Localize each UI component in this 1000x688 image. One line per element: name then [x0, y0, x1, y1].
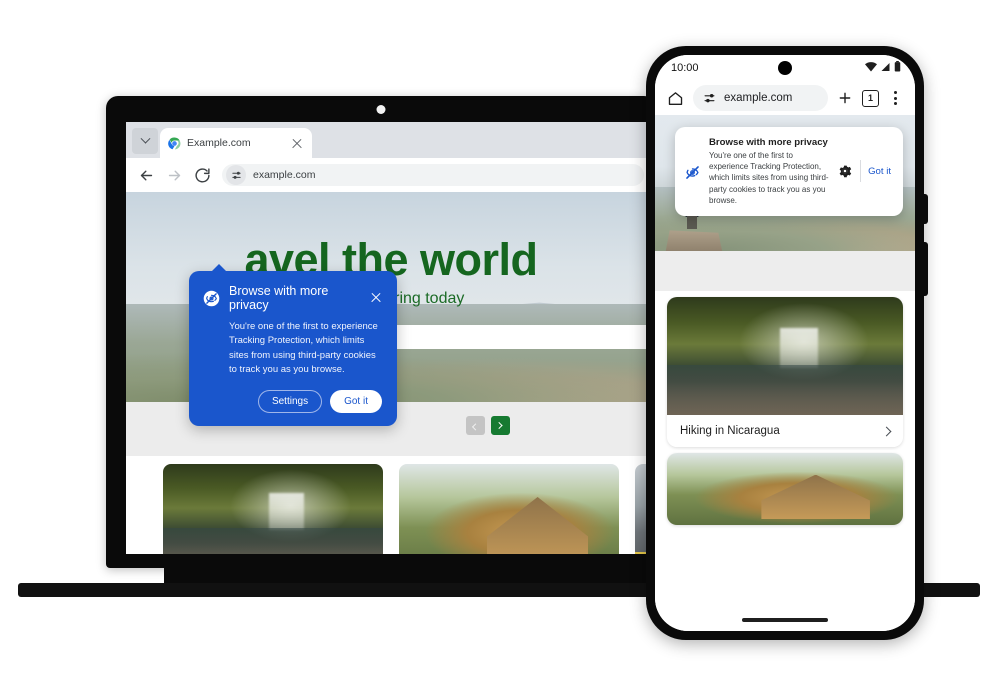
got-it-button[interactable]: Got it	[868, 166, 893, 177]
hiking-nicaragua-card[interactable]: Hiking in Nicaragua	[667, 297, 903, 447]
carousel-next-button[interactable]	[491, 416, 510, 435]
chrome-favicon	[168, 137, 181, 149]
plus-icon[interactable]	[837, 90, 853, 106]
card-image	[667, 453, 903, 525]
destination-cards-row	[126, 456, 656, 554]
carousel-prev-button[interactable]	[466, 416, 485, 435]
tab-list-chevron-icon[interactable]	[132, 128, 158, 154]
card-label: Hiking in Nicaragua	[680, 425, 780, 437]
browser-tab-title: Example.com	[187, 137, 251, 149]
punch-hole-camera-icon	[778, 61, 792, 75]
phone-screen: 10:00 example.com 1 Hiking in Nicaragua …	[655, 55, 915, 631]
kebab-menu-icon[interactable]	[888, 90, 903, 107]
tracking-protection-eye-off-icon	[686, 166, 699, 179]
tab-count-button[interactable]: 1	[862, 89, 879, 107]
cabin-card[interactable]	[399, 464, 619, 554]
mobile-address-bar-url: example.com	[724, 92, 793, 104]
cabin-card[interactable]	[667, 453, 903, 525]
mobile-browser-toolbar: example.com 1	[655, 81, 915, 115]
tracking-protection-eye-off-icon	[203, 290, 220, 306]
mobile-section-gap	[655, 251, 915, 291]
tracking-protection-dialog-mobile: Browse with more privacy You're one of t…	[675, 127, 903, 216]
home-indicator[interactable]	[742, 618, 828, 622]
cell-signal-icon	[881, 62, 890, 71]
tune-settings-icon[interactable]	[703, 92, 716, 105]
got-it-button[interactable]: Got it	[330, 389, 382, 413]
dialog-title: Browse with more privacy	[229, 284, 329, 312]
mobile-address-bar[interactable]: example.com	[693, 85, 828, 111]
dialog-divider	[860, 160, 862, 183]
dialog-body-text: You're one of the first to experience Tr…	[229, 321, 378, 376]
address-bar-url: example.com	[253, 169, 316, 181]
settings-button[interactable]: Settings	[257, 389, 323, 413]
dialog-title: Browse with more privacy	[709, 137, 828, 148]
web-page-desktop: avel the world Start exploring today	[126, 192, 656, 554]
browser-tab[interactable]: Example.com	[160, 128, 312, 158]
waterfall-hiker-card[interactable]	[163, 464, 383, 554]
back-arrow-icon[interactable]	[138, 167, 155, 184]
close-icon[interactable]	[370, 292, 382, 304]
status-time: 10:00	[671, 62, 699, 74]
phone-device: 10:00 example.com 1 Hiking in Nicaragua …	[646, 46, 928, 640]
laptop-screen: Example.com example.com avel the world t…	[126, 122, 656, 554]
status-bar: 10:00	[655, 55, 915, 81]
address-bar[interactable]: example.com	[222, 164, 644, 186]
phone-volume-button[interactable]	[923, 242, 928, 296]
phone-power-button[interactable]	[923, 194, 928, 224]
browser-tabstrip: Example.com	[126, 122, 656, 158]
webcam-dot-icon	[376, 105, 386, 114]
reload-icon[interactable]	[194, 167, 211, 184]
battery-icon	[894, 61, 901, 72]
gear-icon[interactable]	[837, 163, 853, 179]
close-icon[interactable]	[290, 136, 304, 150]
tune-settings-icon[interactable]	[226, 165, 246, 185]
dialog-body-text: You're one of the first to experience Tr…	[709, 151, 829, 205]
chevron-right-icon[interactable]	[881, 426, 892, 436]
forward-arrow-icon[interactable]	[166, 167, 183, 184]
tracking-protection-dialog: Browse with more privacy You're one of t…	[189, 264, 397, 426]
laptop-device: Example.com example.com avel the world t…	[18, 96, 980, 597]
home-icon[interactable]	[667, 90, 684, 107]
wifi-icon	[865, 61, 877, 71]
card-image	[667, 297, 903, 415]
browser-toolbar: example.com	[126, 158, 656, 192]
screenshot-stage: Example.com example.com avel the world t…	[0, 0, 1000, 688]
